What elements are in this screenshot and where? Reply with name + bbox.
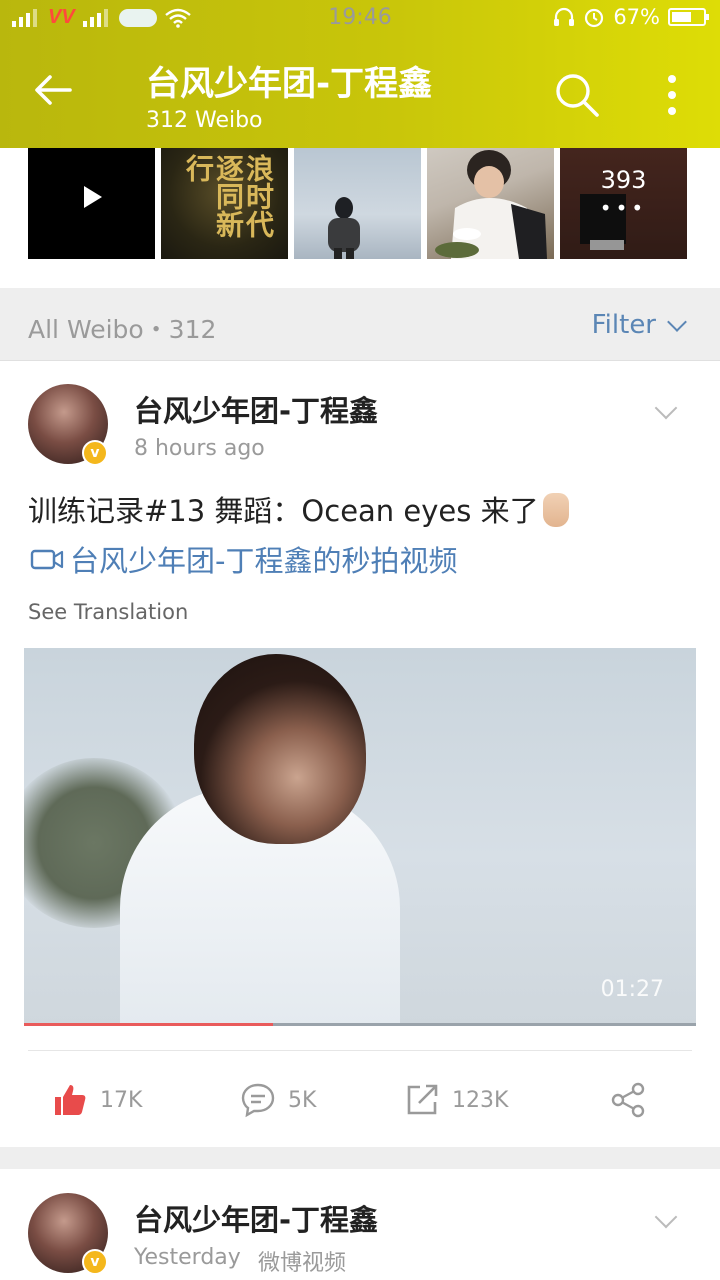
post-text: 训练记录#13 舞蹈：Ocean eyes 来了	[28, 488, 569, 530]
battery-percent: 67%	[613, 5, 660, 29]
video-progress-fill	[24, 1023, 273, 1026]
video-camera-icon	[30, 549, 64, 570]
post-author[interactable]: 台风少年团-丁程鑫	[134, 1197, 378, 1239]
repost-icon	[407, 1084, 438, 1115]
media-thumb-video[interactable]	[28, 148, 155, 259]
page-title: 台风少年团-丁程鑫	[146, 64, 433, 104]
search-icon[interactable]	[554, 72, 600, 118]
post-card: v 台风少年团-丁程鑫 8 hours ago 训练记录#13 舞蹈：Ocean…	[0, 362, 720, 1147]
share-icon	[611, 1082, 645, 1118]
action-divider	[28, 1050, 692, 1051]
battery-icon	[668, 8, 709, 26]
person-silhouette-image	[328, 197, 360, 259]
post-card-2: v 台风少年团-丁程鑫 Yesterday 微博视频	[0, 1169, 720, 1280]
top-bar: VV 19:46 67% 台风少年团-丁程鑫 312 Weibo	[0, 0, 720, 148]
filter-label: Filter	[591, 310, 656, 340]
status-bar: VV 19:46 67%	[0, 0, 720, 36]
share-button[interactable]	[610, 1076, 648, 1124]
filter-button[interactable]: Filter	[591, 310, 687, 340]
repost-button[interactable]: 123K	[404, 1076, 508, 1124]
video-link[interactable]: 台风少年团-丁程鑫的秒拍视频	[30, 538, 457, 580]
poster-text: 浪时代逐同新行	[182, 154, 275, 238]
comment-icon	[241, 1083, 275, 1118]
post-time: 8 hours ago	[134, 436, 265, 461]
post-source: 微博视频	[258, 1251, 347, 1276]
post-author[interactable]: 台风少年团-丁程鑫	[134, 388, 378, 430]
app-bar: 台风少年团-丁程鑫 312 Weibo	[0, 36, 720, 148]
dining-photo-image	[435, 150, 547, 259]
section-header: All Weibo・312 Filter	[0, 288, 720, 361]
battery-fill	[672, 12, 691, 22]
pointing-down-emoji-icon	[542, 493, 569, 527]
verified-badge-icon: v	[82, 440, 108, 466]
back-arrow-icon[interactable]	[30, 66, 78, 114]
more-dots: •••	[599, 196, 648, 220]
media-thumb-more[interactable]: 393 •••	[560, 148, 687, 259]
media-thumb-photo-2[interactable]	[427, 148, 554, 259]
post-menu-chevron-icon[interactable]	[656, 1209, 676, 1229]
video-scene-person-head	[194, 654, 366, 844]
post-separator	[0, 1147, 720, 1169]
comment-count: 5K	[288, 1087, 317, 1113]
repost-count: 123K	[452, 1087, 509, 1113]
post-text-content: 训练记录#13 舞蹈：Ocean eyes 来了	[28, 494, 539, 528]
play-icon	[84, 186, 102, 208]
alarm-icon	[585, 8, 604, 28]
like-button[interactable]: 17K	[52, 1076, 142, 1124]
video-duration: 01:27	[600, 977, 664, 1002]
video-link-label: 台风少年团-丁程鑫的秒拍视频	[70, 544, 458, 578]
chevron-down-icon	[667, 312, 687, 332]
page-subtitle: 312 Weibo	[146, 108, 263, 133]
like-count: 17K	[100, 1087, 143, 1113]
video-progress-bar[interactable]	[24, 1023, 696, 1026]
screen: VV 19:46 67% 台风少年团-丁程鑫 312 Weibo 浪时代逐同新行…	[0, 0, 720, 1280]
media-thumb-poster[interactable]: 浪时代逐同新行	[161, 148, 288, 259]
verified-badge-icon: v	[82, 1249, 108, 1275]
status-right: 67%	[553, 5, 709, 29]
media-strip: 浪时代逐同新行 393 •••	[0, 148, 720, 288]
headset-icon	[554, 7, 575, 26]
more-count: 393	[600, 166, 647, 194]
post-menu-chevron-icon[interactable]	[656, 400, 676, 420]
post-time: Yesterday	[134, 1245, 241, 1270]
see-translation-link[interactable]: See Translation	[28, 600, 188, 624]
comment-button[interactable]: 5K	[240, 1076, 316, 1124]
more-vertical-icon[interactable]	[660, 72, 684, 118]
section-title: All Weibo・312	[28, 315, 217, 344]
video-player[interactable]: 01:27	[24, 648, 696, 1026]
media-thumb-photo[interactable]	[294, 148, 421, 259]
thumbs-up-icon	[55, 1085, 86, 1115]
